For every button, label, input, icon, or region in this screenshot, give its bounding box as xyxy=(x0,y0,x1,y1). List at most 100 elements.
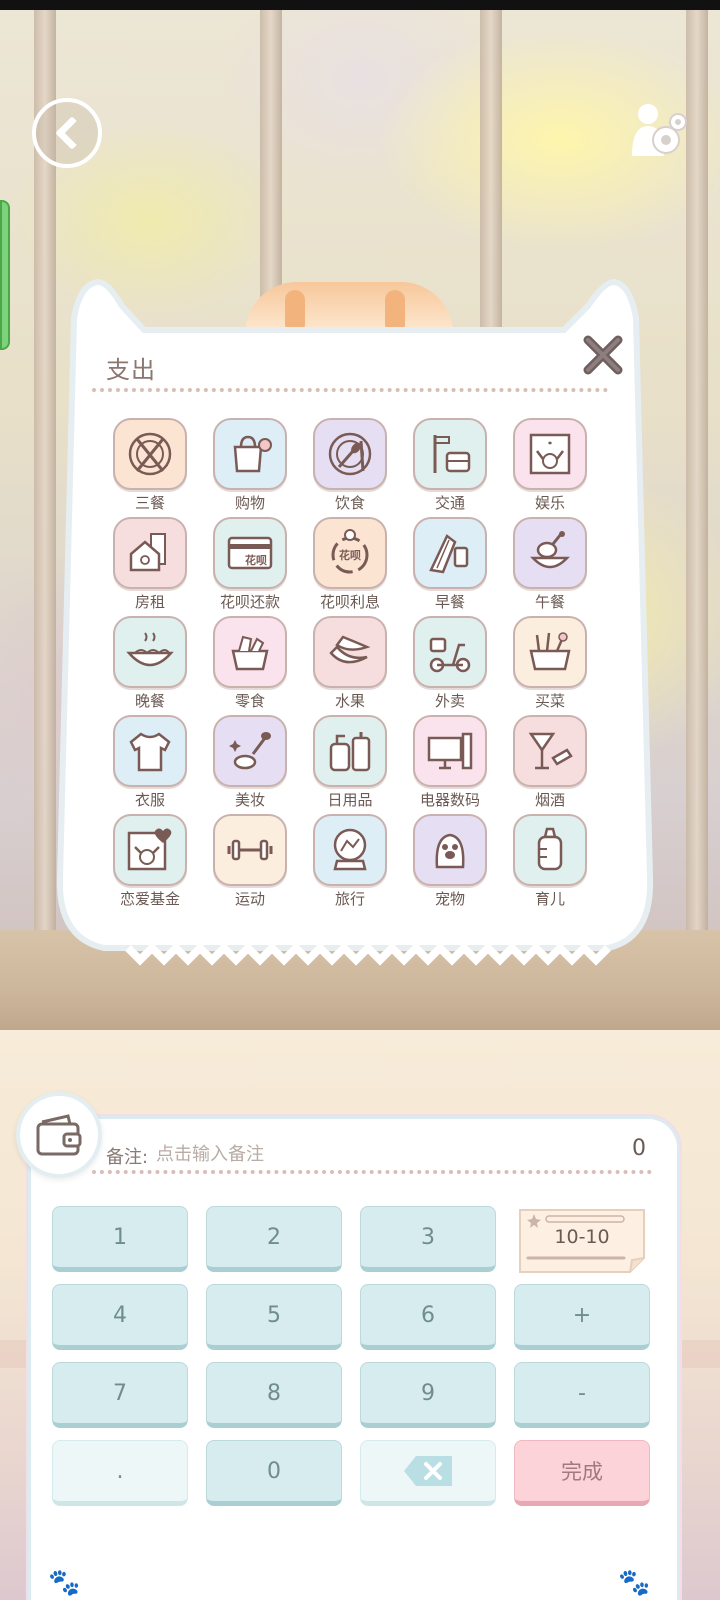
plate-fork-knife-icon xyxy=(128,432,172,476)
key-2[interactable]: 2 xyxy=(206,1206,342,1272)
banana-icon xyxy=(329,635,371,664)
snow-globe-icon xyxy=(333,828,367,871)
category-tile: 花呗 xyxy=(313,517,387,589)
backspace-button[interactable] xyxy=(360,1440,496,1506)
back-button[interactable] xyxy=(32,98,102,168)
category-item[interactable]: 衣服 xyxy=(100,715,200,814)
entry-keypad-card xyxy=(28,1116,680,1600)
snack-basket-icon xyxy=(231,635,269,671)
category-item[interactable]: 早餐 xyxy=(400,517,500,616)
key-3[interactable]: 3 xyxy=(360,1206,496,1272)
category-item[interactable]: 购物 xyxy=(200,418,300,517)
category-label: 花呗利息 xyxy=(319,593,380,611)
category-tile xyxy=(113,814,187,886)
key-1[interactable]: 1 xyxy=(52,1206,188,1272)
title-divider xyxy=(92,388,608,392)
category-label: 育儿 xyxy=(534,890,565,908)
category-item[interactable]: 花呗 花呗利息 xyxy=(300,517,400,616)
category-tile xyxy=(213,418,287,490)
category-item[interactable]: 宠物 xyxy=(400,814,500,913)
category-item[interactable]: 日用品 xyxy=(300,715,400,814)
category-tile xyxy=(113,616,187,688)
category-item[interactable]: 房租 xyxy=(100,517,200,616)
svg-text:花呗: 花呗 xyxy=(245,553,267,567)
category-tile: 花呗 xyxy=(213,517,287,589)
interest-cycle-icon: 花呗 xyxy=(331,529,369,574)
category-item[interactable]: 烟酒 xyxy=(500,715,600,814)
toiletries-icon xyxy=(329,732,371,772)
memo-input[interactable] xyxy=(156,1140,516,1168)
category-item[interactable]: 饮食 xyxy=(300,418,400,517)
category-item[interactable]: 运动 xyxy=(200,814,300,913)
category-tile xyxy=(413,715,487,787)
category-tile xyxy=(413,418,487,490)
category-item[interactable]: 恋爱基金 xyxy=(100,814,200,913)
category-label: 日用品 xyxy=(327,791,373,809)
category-item[interactable]: 交通 xyxy=(400,418,500,517)
category-item[interactable]: 水果 xyxy=(300,616,400,715)
backspace-icon xyxy=(404,1456,452,1486)
key-4[interactable]: 4 xyxy=(52,1284,188,1350)
shopping-bag-icon xyxy=(233,435,272,473)
makeup-brush-icon xyxy=(229,732,271,770)
category-tile xyxy=(413,616,487,688)
category-item[interactable]: 外卖 xyxy=(400,616,500,715)
key-5[interactable]: 5 xyxy=(206,1284,342,1350)
account-wallet-button[interactable] xyxy=(16,1092,102,1178)
date-picker-button[interactable]: 10-10 xyxy=(514,1206,650,1274)
computer-icon xyxy=(427,732,473,770)
category-item[interactable]: 花呗 花呗还款 xyxy=(200,517,300,616)
category-item[interactable]: 育儿 xyxy=(500,814,600,913)
category-tile xyxy=(513,814,587,886)
category-label: 水果 xyxy=(334,692,365,710)
category-tile xyxy=(213,814,287,886)
category-item[interactable]: 午餐 xyxy=(500,517,600,616)
status-bar xyxy=(0,0,720,10)
credit-card-icon: 花呗 xyxy=(227,536,273,570)
category-tile xyxy=(513,616,587,688)
done-button[interactable]: 完成 xyxy=(514,1440,650,1506)
category-tile xyxy=(213,616,287,688)
category-item[interactable]: 娱乐 xyxy=(500,418,600,517)
category-item[interactable]: 电器数码 xyxy=(400,715,500,814)
category-tile xyxy=(413,517,487,589)
cocktail-cigarette-icon xyxy=(528,732,573,770)
category-tile xyxy=(113,418,187,490)
category-label: 购物 xyxy=(234,494,265,512)
category-label: 晚餐 xyxy=(134,692,165,710)
category-item[interactable]: 旅行 xyxy=(300,814,400,913)
category-label: 饮食 xyxy=(334,494,365,512)
key-9[interactable]: 9 xyxy=(360,1362,496,1428)
category-tile xyxy=(413,814,487,886)
bus-stop-icon xyxy=(433,435,471,473)
category-label: 美妆 xyxy=(234,791,265,809)
key-7[interactable]: 7 xyxy=(52,1362,188,1428)
category-tile xyxy=(313,616,387,688)
baby-bottle-icon xyxy=(537,827,563,871)
category-item[interactable]: 零食 xyxy=(200,616,300,715)
category-item[interactable]: 美妆 xyxy=(200,715,300,814)
sandwich-icon xyxy=(429,534,469,574)
key-plus[interactable]: + xyxy=(514,1284,650,1350)
amount-display: 0 xyxy=(632,1136,646,1161)
key-8[interactable]: 8 xyxy=(206,1362,342,1428)
category-item[interactable]: 买菜 xyxy=(500,616,600,715)
drumstick-icon xyxy=(530,531,570,569)
paw-icon xyxy=(435,833,465,869)
category-tile xyxy=(313,814,387,886)
category-label: 午餐 xyxy=(534,593,565,611)
category-item[interactable]: 三餐 xyxy=(100,418,200,517)
category-item[interactable]: 晚餐 xyxy=(100,616,200,715)
category-label: 早餐 xyxy=(434,593,465,611)
key-minus[interactable]: - xyxy=(514,1362,650,1428)
duck-picture-icon xyxy=(529,433,571,475)
key-6[interactable]: 6 xyxy=(360,1284,496,1350)
close-button[interactable] xyxy=(582,334,624,376)
user-settings-button[interactable] xyxy=(628,100,690,162)
memo-divider xyxy=(92,1170,652,1174)
category-label: 外卖 xyxy=(434,692,465,710)
key-0[interactable]: 0 xyxy=(206,1440,342,1506)
close-icon xyxy=(583,335,623,375)
side-tab[interactable] xyxy=(0,200,10,350)
key-dot[interactable]: . xyxy=(52,1440,188,1506)
